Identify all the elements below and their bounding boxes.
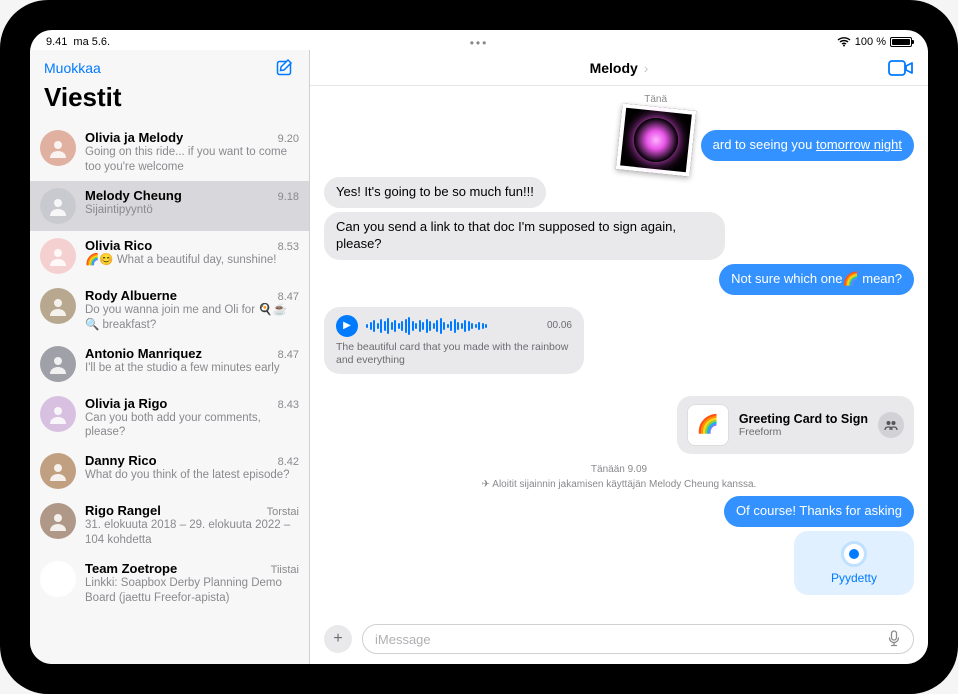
facetime-button[interactable] <box>888 59 914 77</box>
conversation-item[interactable]: Antonio Manriquez 8.47I'll be at the stud… <box>30 339 309 389</box>
conversation-time: Tiistai <box>271 564 299 576</box>
conversation-preview: What do you think of the latest episode? <box>85 468 299 483</box>
voice-transcript: The beautiful card that you made with th… <box>336 341 572 368</box>
conversation-time: 9.20 <box>278 133 299 145</box>
conversation-name: Melody Cheung <box>85 188 182 203</box>
sidebar: Muokkaa Viestit Olivia ja Melody 9.20Goin… <box>30 50 310 664</box>
attachment-thumbnail: 🌈 <box>687 404 729 446</box>
conversation-time: 8.47 <box>278 349 299 361</box>
avatar <box>40 288 76 324</box>
message-in[interactable]: Yes! It's going to be so much fun!!! <box>324 177 546 208</box>
compose-icon[interactable] <box>275 58 295 78</box>
conversation-item[interactable]: Rody Albuerne 8.47Do you wanna join me an… <box>30 281 309 339</box>
play-icon[interactable]: ▶ <box>336 315 358 337</box>
conversation-preview: Going on this ride... if you want to com… <box>85 145 299 174</box>
attachment-subtitle: Freeform <box>739 426 868 438</box>
conversation-time: 8.53 <box>278 241 299 253</box>
chat-pane: Melody › Tänä ard to <box>310 50 928 664</box>
voice-duration: 00.06 <box>547 320 572 331</box>
message-in[interactable]: Can you send a link to that doc I'm supp… <box>324 212 725 260</box>
conversation-name: Olivia ja Melody <box>85 130 183 145</box>
input-bar: + iMessage <box>310 618 928 664</box>
battery-pct: 100 % <box>855 36 886 48</box>
location-share-card[interactable]: Pyydetty <box>794 531 914 595</box>
conversation-name: Antonio Manriquez <box>85 346 202 361</box>
status-date: ma 5.6. <box>73 36 110 48</box>
chat-contact-name: Melody <box>590 60 638 76</box>
voice-message[interactable]: ▶ 00.06 The beautiful card that you made… <box>324 307 584 374</box>
avatar <box>40 396 76 432</box>
location-label: Pyydetty <box>831 571 877 585</box>
avatar <box>40 130 76 166</box>
message-input[interactable]: iMessage <box>362 624 914 654</box>
collaborators-icon[interactable] <box>878 412 904 438</box>
conversation-name: Olivia Rico <box>85 238 152 253</box>
firework-image-attachment[interactable] <box>615 103 695 176</box>
messages-scroll[interactable]: Tänä ard to seeing you tomorrow night Ye… <box>310 86 928 618</box>
multitask-indicator[interactable]: ••• <box>470 36 489 50</box>
waveform[interactable] <box>366 316 539 336</box>
system-message: ✈ Aloitit sijainnin jakamisen käyttäjän … <box>324 479 914 490</box>
status-time: 9.41 <box>46 36 67 48</box>
mic-icon[interactable] <box>887 630 901 648</box>
avatar <box>40 453 76 489</box>
conversation-item[interactable]: Olivia Rico 8.53🌈😊 What a beautiful day, … <box>30 231 309 281</box>
conversation-preview: Do you wanna join me and Oli for 🍳☕🔍 bre… <box>85 303 299 332</box>
system-timestamp: Tänään 9.09 <box>324 464 914 475</box>
conversation-name: Olivia ja Rigo <box>85 396 167 411</box>
wifi-icon <box>837 37 851 47</box>
conversation-time: 8.42 <box>278 456 299 468</box>
conversation-item[interactable]: Olivia ja Melody 9.20Going on this ride..… <box>30 123 309 181</box>
day-label: Tänä <box>644 94 667 105</box>
attachment-card[interactable]: 🌈 Greeting Card to Sign Freeform <box>677 396 914 454</box>
message-out[interactable]: Not sure which one🌈 mean? <box>719 264 914 295</box>
chat-header[interactable]: Melody › <box>310 50 928 86</box>
conversation-preview: Can you both add your comments, please? <box>85 411 299 440</box>
conversation-name: Team Zoetrope <box>85 561 177 576</box>
conversation-time: 8.47 <box>278 291 299 303</box>
message-out[interactable]: Of course! Thanks for asking <box>724 496 914 527</box>
conversation-item[interactable]: Team Zoetrope TiistaiLinkki: Soapbox Derb… <box>30 554 309 612</box>
battery-icon <box>890 37 912 47</box>
avatar <box>40 561 76 597</box>
conversation-item[interactable]: Danny Rico 8.42What do you think of the l… <box>30 446 309 496</box>
sidebar-title: Viestit <box>44 78 295 119</box>
conversation-time: Torstai <box>267 506 299 518</box>
plus-button[interactable]: + <box>324 625 352 653</box>
conversation-item[interactable]: Rigo Rangel Torstai31. elokuuta 2018 – 29… <box>30 496 309 554</box>
conversation-preview: 31. elokuuta 2018 – 29. elokuuta 2022 – … <box>85 518 299 547</box>
conversation-time: 8.43 <box>278 399 299 411</box>
edit-button[interactable]: Muokkaa <box>44 60 101 76</box>
location-dot-icon <box>841 541 867 567</box>
conversation-name: Rody Albuerne <box>85 288 177 303</box>
conversation-time: 9.18 <box>278 191 299 203</box>
avatar <box>40 238 76 274</box>
conversation-item[interactable]: Melody Cheung 9.18Sijaintipyyntö <box>30 181 309 231</box>
conversation-list[interactable]: Olivia ja Melody 9.20Going on this ride..… <box>30 123 309 664</box>
conversation-item[interactable]: Olivia ja Rigo 8.43Can you both add your … <box>30 389 309 447</box>
attachment-title: Greeting Card to Sign <box>739 412 868 426</box>
avatar <box>40 346 76 382</box>
conversation-preview: 🌈😊 What a beautiful day, sunshine! <box>85 253 299 268</box>
avatar <box>40 188 76 224</box>
message-out[interactable]: ard to seeing you tomorrow night <box>701 130 914 161</box>
avatar <box>40 503 76 539</box>
chevron-right-icon: › <box>640 60 649 76</box>
input-placeholder: iMessage <box>375 632 431 647</box>
conversation-preview: Sijaintipyyntö <box>85 203 299 218</box>
conversation-name: Danny Rico <box>85 453 157 468</box>
conversation-name: Rigo Rangel <box>85 503 161 518</box>
conversation-preview: Linkki: Soapbox Derby Planning Demo Boar… <box>85 576 299 605</box>
conversation-preview: I'll be at the studio a few minutes earl… <box>85 361 299 376</box>
